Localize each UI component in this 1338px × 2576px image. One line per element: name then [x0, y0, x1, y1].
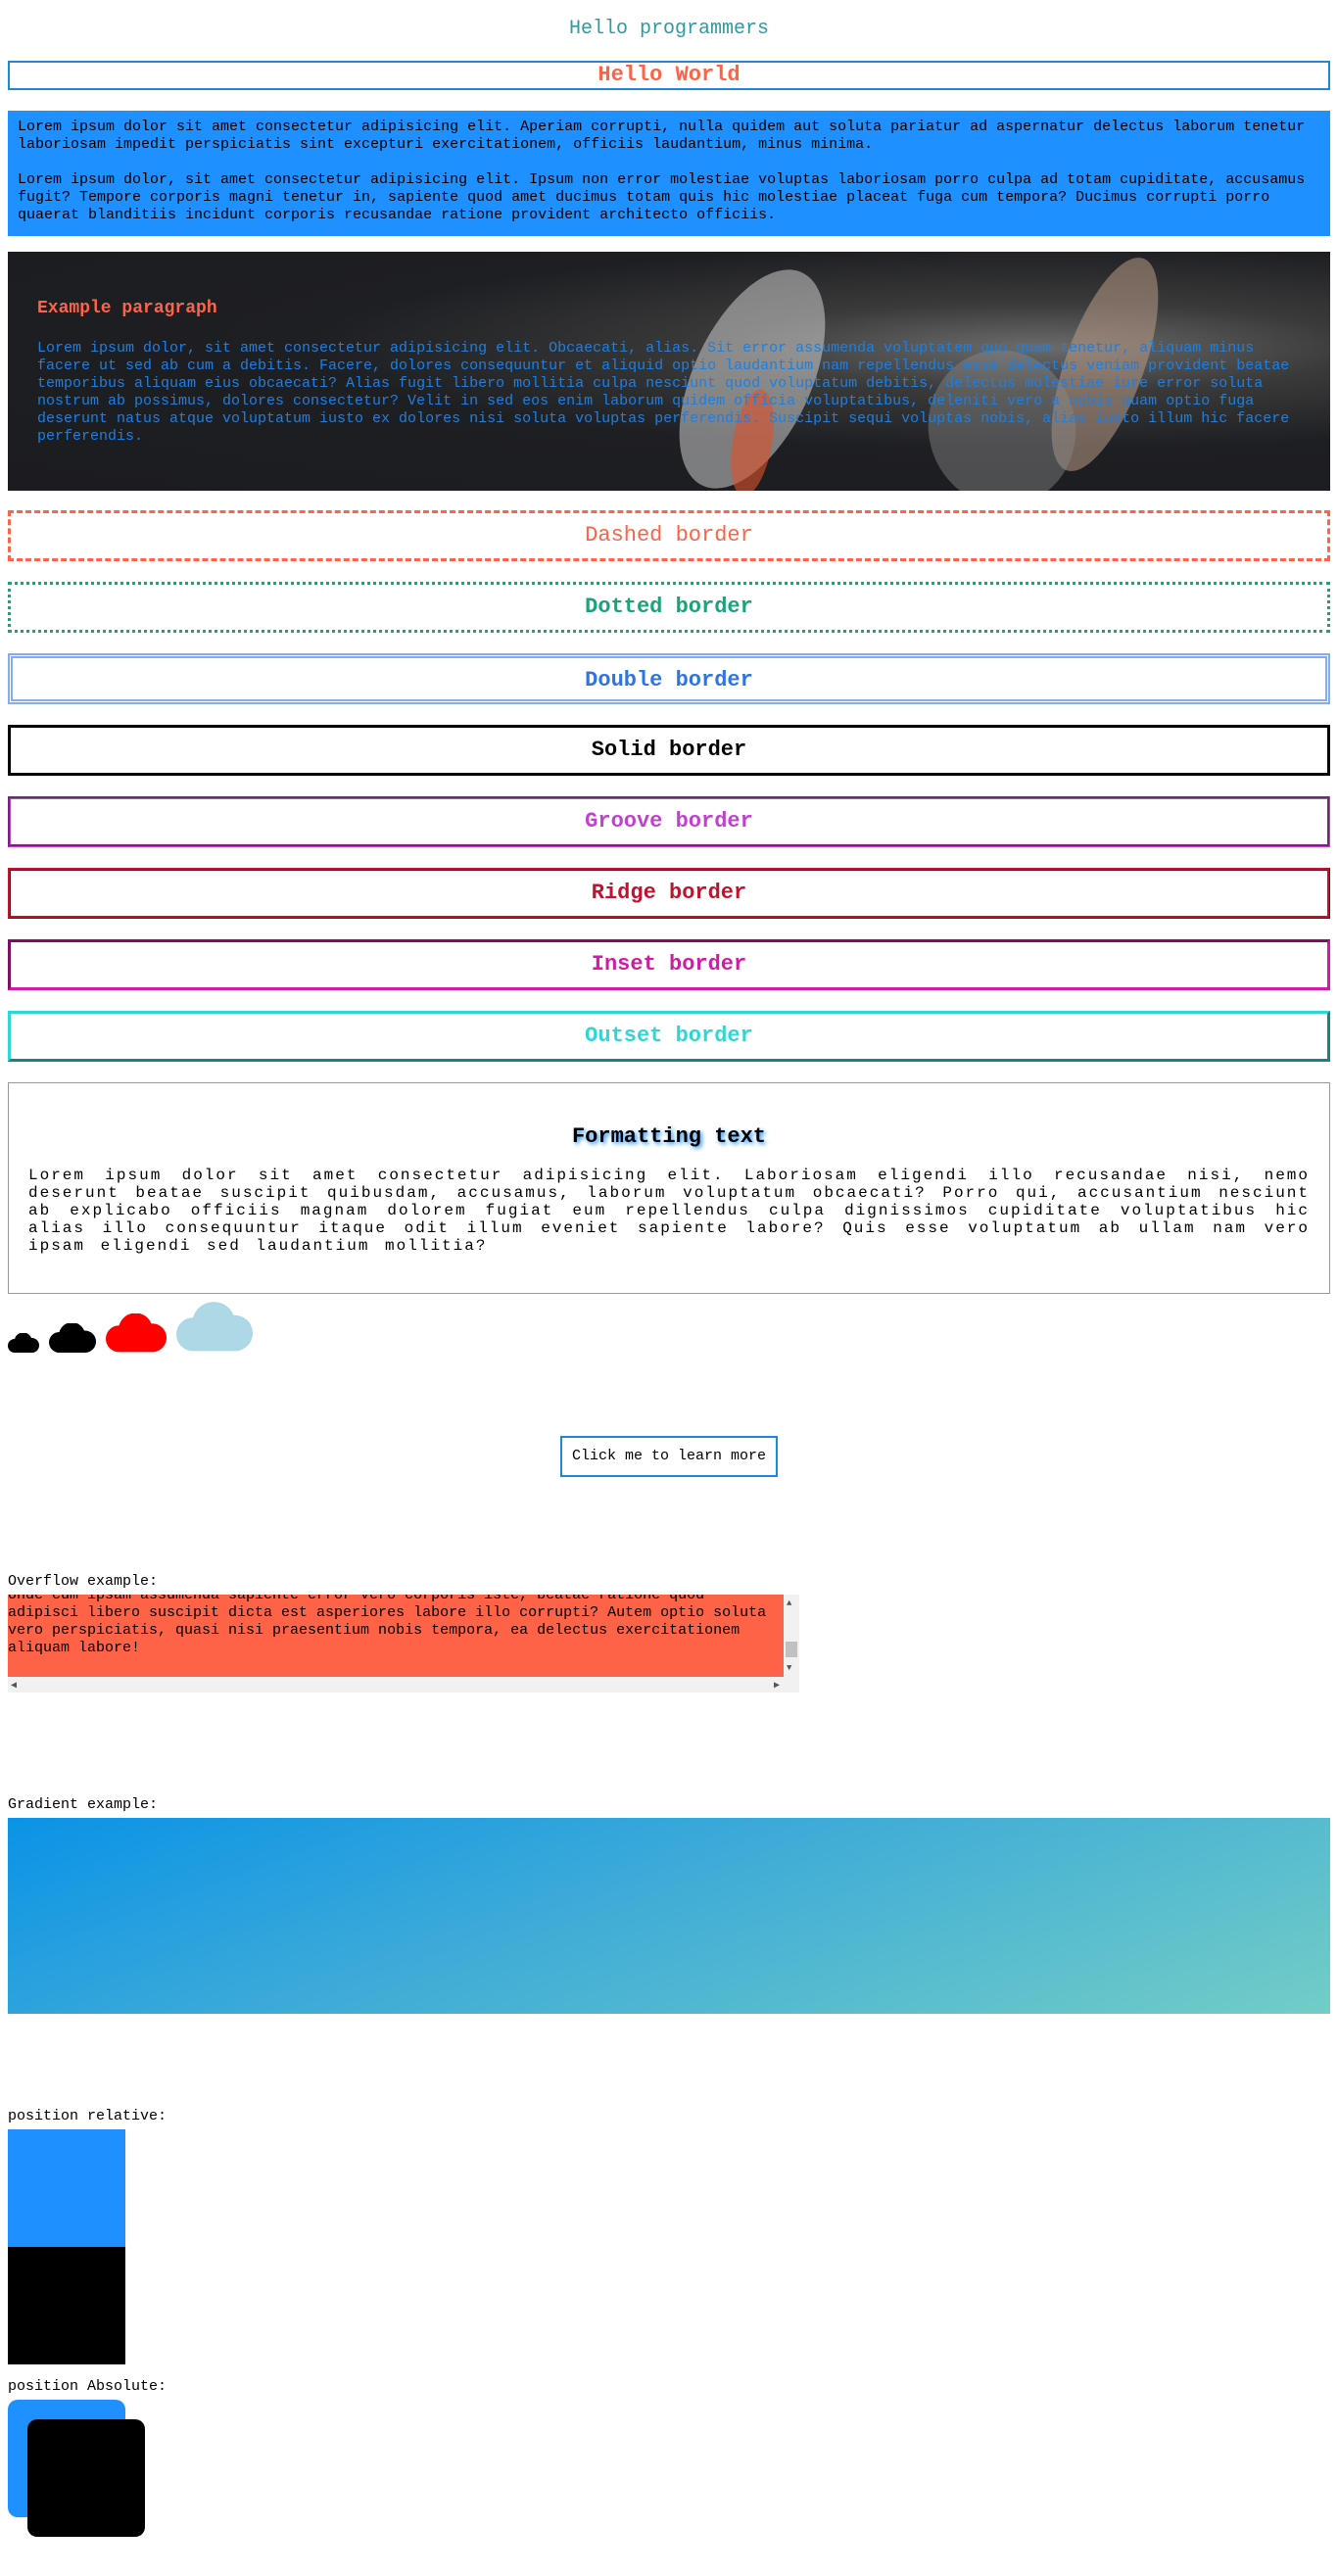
overflow-text: Unde cum ipsam assumenda sapiente error … [8, 1595, 767, 1656]
hero-banner: Example paragraph Lorem ipsum dolor, sit… [8, 252, 1330, 491]
formatting-text-box: Formatting text Lorem ipsum dolor sit am… [8, 1082, 1330, 1294]
relative-black-box [8, 2247, 125, 2364]
vertical-scrollbar[interactable]: ▲ ▼ [784, 1595, 799, 1677]
hello-world-heading: Hello World [8, 61, 1330, 90]
cloud-icons-row [8, 1294, 1330, 1353]
overflow-box[interactable]: Unde cum ipsam assumenda sapiente error … [8, 1595, 799, 1693]
absolute-black-box [27, 2419, 145, 2537]
ridge-border-box: Ridge border [8, 868, 1330, 919]
position-relative-label: position relative: [8, 2108, 167, 2124]
cloud-icon [106, 1313, 167, 1353]
absolute-position-area [8, 2400, 1330, 2537]
cloud-icon [49, 1323, 96, 1353]
scroll-thumb[interactable] [786, 1642, 797, 1657]
cloud-icon [176, 1302, 253, 1353]
solid-border-box: Solid border [8, 725, 1330, 776]
page: Hello programmers Hello World Lorem ipsu… [0, 0, 1338, 2537]
relative-blue-box [8, 2129, 125, 2247]
scroll-right-icon[interactable]: ▶ [774, 1678, 780, 1693]
dotted-border-box: Dotted border [8, 582, 1330, 633]
page-title: Hello programmers [568, 18, 770, 40]
hero-paragraph: Lorem ipsum dolor, sit amet consectetur … [37, 340, 1290, 445]
gradient-label: Gradient example: [8, 1796, 159, 1813]
learn-more-section: Click me to learn more [8, 1436, 1330, 1573]
dashed-border-box: Dashed border [8, 510, 1330, 561]
scroll-down-icon[interactable]: ▼ [787, 1659, 791, 1677]
inset-border-box: Inset border [8, 939, 1330, 990]
outset-border-box: Outset border [8, 1011, 1330, 1062]
intro-paragraph-2: Lorem ipsum dolor, sit amet consectetur … [18, 171, 1306, 223]
groove-border-box: Groove border [8, 796, 1330, 847]
intro-paragraph-1: Lorem ipsum dolor sit amet consectetur a… [18, 119, 1306, 153]
gradient-box [8, 1818, 1330, 2014]
hero-heading: Example paragraph [37, 299, 217, 318]
horizontal-scrollbar[interactable]: ◀ ▶ [8, 1677, 799, 1693]
overflow-label: Overflow example: [8, 1573, 159, 1590]
formatting-paragraph: Lorem ipsum dolor sit amet consectetur a… [28, 1167, 1310, 1255]
scroll-up-icon[interactable]: ▲ [787, 1595, 791, 1612]
double-border-box: Double border [8, 653, 1330, 704]
intro-box: Lorem ipsum dolor sit amet consectetur a… [8, 111, 1330, 236]
learn-more-button[interactable]: Click me to learn more [559, 1436, 779, 1477]
cloud-icon [8, 1333, 39, 1353]
scroll-left-icon[interactable]: ◀ [11, 1678, 17, 1693]
position-absolute-label: position Absolute: [8, 2378, 167, 2395]
formatting-heading: Formatting text [571, 1124, 767, 1149]
